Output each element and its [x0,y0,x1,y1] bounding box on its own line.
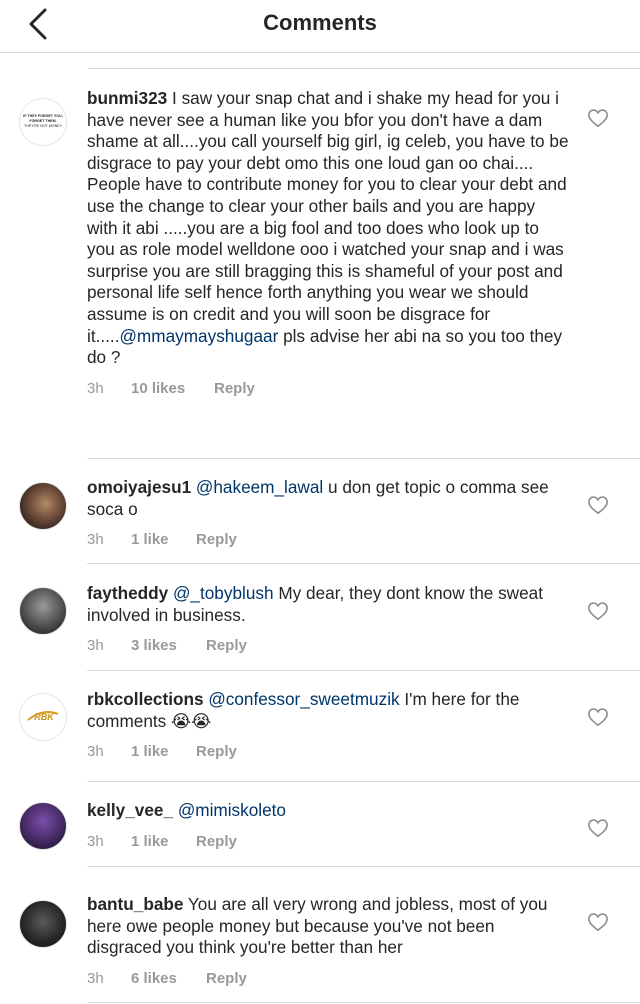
avatar[interactable] [19,482,67,530]
likes-count[interactable]: 10 likes [131,380,214,397]
comment-text: bunmi323 I saw your snap chat and i shak… [87,88,569,369]
comment-body: I saw your snap chat and i shake my head… [87,88,569,367]
comment-time: 3h [87,969,104,987]
reply-button[interactable]: Reply [206,970,247,987]
comment-username[interactable]: omoiyajesu1 [87,477,191,497]
rbk-logo-image: RBK [21,695,65,739]
divider [88,68,640,69]
comment-username[interactable]: rbkcollections [87,689,204,709]
avatar-text-line: IF THEY FORGET YOU, [23,114,62,118]
heart-icon[interactable] [587,108,609,128]
comment-username[interactable]: kelly_vee_ [87,800,173,820]
mention-link[interactable]: @_tobyblush [173,583,274,603]
likes-count[interactable]: 1 like [131,833,196,850]
heart-icon[interactable] [587,707,609,727]
comment-text: omoiyajesu1 @hakeem_lawal u don get topi… [87,477,569,520]
comment-body: @mimiskoleto [178,800,286,820]
mention-link[interactable]: @confessor_sweetmuzik [208,689,399,709]
comment-content: rbkcollections @confessor_sweetmuzik I'm… [87,689,569,760]
likes-count[interactable]: 3 likes [131,637,206,654]
avatar-text-line: FORGET THEM. [29,119,56,123]
reply-button[interactable]: Reply [206,637,247,654]
comment-text: rbkcollections @confessor_sweetmuzik I'm… [87,689,569,732]
avatar[interactable]: RBK [19,693,67,741]
divider [87,781,640,782]
comment-meta: 3h 1 like Reply [87,531,569,548]
comment-meta: 3h 6 likes Reply [87,970,569,987]
comment-text: faytheddy @_tobyblush My dear, they dont… [87,583,569,626]
likes-count[interactable]: 1 like [131,743,196,760]
comment-content: bunmi323 I saw your snap chat and i shak… [87,88,569,397]
comment-text: bantu_babe You are all very wrong and jo… [87,894,569,959]
mention-link[interactable]: @hakeem_lawal [196,477,323,497]
comment-username[interactable]: bunmi323 [87,88,167,108]
comment-content: omoiyajesu1 @hakeem_lawal u don get topi… [87,477,569,548]
comment-meta: 3h 1 like Reply [87,833,569,850]
avatar-text-line: THEY'RE NOT MONEY [24,124,63,128]
mention-link[interactable]: @mimiskoleto [178,800,286,820]
divider [87,866,640,867]
comment-content: kelly_vee_ @mimiskoleto 3h 1 like Reply [87,800,569,850]
heart-icon[interactable] [587,912,609,932]
comment-time: 3h [87,832,104,850]
comment-text-segment: I saw your snap chat and i shake my head… [87,88,569,346]
likes-count[interactable]: 6 likes [131,970,206,987]
reply-button[interactable]: Reply [196,531,237,548]
avatar[interactable] [19,587,67,635]
heart-icon[interactable] [587,495,609,515]
divider [87,458,640,459]
comment-username[interactable]: bantu_babe [87,894,183,914]
heart-icon[interactable] [587,601,609,621]
comment-time: 3h [87,637,104,655]
divider [87,670,640,671]
avatar[interactable]: IF THEY FORGET YOU, FORGET THEM. THEY'RE… [19,98,67,146]
reply-button[interactable]: Reply [214,380,255,397]
page-title: Comments [263,10,377,35]
comment-meta: 3h 3 likes Reply [87,637,569,654]
mention-link[interactable]: @mmaymayshugaar [119,326,278,346]
divider [87,1002,640,1003]
comment-time: 3h [87,531,104,549]
comment-time: 3h [87,379,104,397]
header-bar: Comments [0,0,640,53]
reply-button[interactable]: Reply [196,743,237,760]
comment-username[interactable]: faytheddy [87,583,168,603]
comment-content: faytheddy @_tobyblush My dear, they dont… [87,583,569,654]
avatar-quote-image: IF THEY FORGET YOU, FORGET THEM. THEY'RE… [21,100,65,144]
avatar[interactable] [19,900,67,948]
likes-count[interactable]: 1 like [131,531,196,548]
reply-button[interactable]: Reply [196,833,237,850]
divider [87,563,640,564]
avatar-text-line: RBK [34,712,55,722]
comment-content: bantu_babe You are all very wrong and jo… [87,894,569,987]
avatar[interactable] [19,802,67,850]
heart-icon[interactable] [587,818,609,838]
comment-time: 3h [87,743,104,761]
comment-meta: 3h 1 like Reply [87,743,569,760]
comment-meta: 3h 10 likes Reply [87,380,569,397]
comment-text: kelly_vee_ @mimiskoleto [87,800,569,822]
